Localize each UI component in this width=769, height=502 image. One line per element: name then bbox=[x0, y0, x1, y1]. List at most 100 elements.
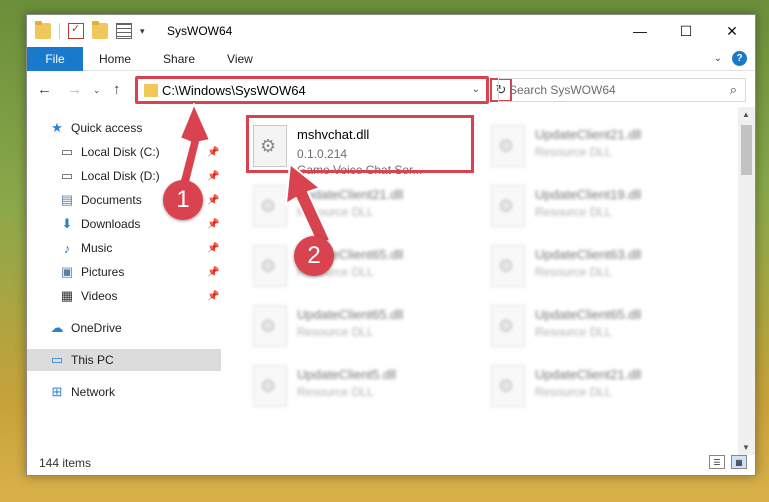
file-item[interactable]: UpdateClient65.dll Resource DLL bbox=[249, 299, 479, 357]
item-count: 144 items bbox=[39, 456, 92, 470]
star-icon: ★ bbox=[51, 120, 63, 135]
file-item[interactable]: UpdateClient21.dll Resource DLL bbox=[487, 119, 717, 177]
view-options-icon[interactable] bbox=[116, 23, 132, 39]
file-item[interactable]: UpdateClient19.dll Resource DLL bbox=[487, 179, 717, 237]
sidebar-item-videos[interactable]: ▦ Videos bbox=[59, 285, 118, 307]
music-icon: ♪ bbox=[63, 240, 71, 256]
folder-icon bbox=[35, 21, 51, 39]
sidebar-item-quick-access[interactable]: ★ Quick access bbox=[49, 117, 142, 139]
quick-access-toolbar: ▾ bbox=[35, 21, 145, 39]
file-type: Resource DLL bbox=[535, 385, 612, 399]
large-icons-view-icon[interactable]: ▦ bbox=[731, 455, 747, 469]
file-name: UpdateClient65.dll bbox=[535, 307, 642, 322]
navigation-bar: ← → ⌄ ↑ C:\Windows\SysWOW64 ⌄ ↻ Search S… bbox=[27, 73, 755, 107]
file-name: UpdateClient65.dll bbox=[297, 307, 404, 322]
sidebar-item-downloads[interactable]: ⬇ Downloads bbox=[59, 213, 141, 235]
up-arrow-icon[interactable]: ↑ bbox=[113, 81, 121, 98]
scroll-up-arrow-icon[interactable]: ▲ bbox=[742, 110, 750, 119]
view-toggle-buttons: ☰ ▦ bbox=[709, 455, 747, 469]
file-name: UpdateClient19.dll bbox=[535, 187, 642, 202]
file-type: Resource DLL bbox=[535, 265, 612, 279]
dll-file-icon bbox=[253, 245, 287, 287]
sidebar-item-label: Network bbox=[71, 385, 116, 399]
address-dropdown-chevron-icon[interactable]: ⌄ bbox=[472, 84, 480, 95]
sidebar-item-pictures[interactable]: ▣ Pictures bbox=[59, 261, 125, 283]
status-bar: 144 items ☰ ▦ bbox=[27, 451, 755, 475]
recent-locations-chevron-icon[interactable]: ⌄ bbox=[93, 85, 101, 96]
search-icon[interactable]: ⌕ bbox=[730, 82, 737, 98]
pin-icon: 📌 bbox=[207, 291, 220, 302]
window-title: SysWOW64 bbox=[167, 24, 233, 38]
ribbon-right-controls: ⌄ ? bbox=[714, 51, 747, 66]
help-icon[interactable]: ? bbox=[732, 51, 747, 66]
dll-file-icon bbox=[253, 305, 287, 347]
file-name: UpdateClient21.dll bbox=[535, 127, 642, 142]
sidebar-item-label: Local Disk (D:) bbox=[81, 169, 160, 183]
back-arrow-icon[interactable]: ← bbox=[37, 81, 52, 98]
highlighted-file-outline bbox=[246, 115, 474, 173]
file-item[interactable]: UpdateClient65.dll Resource DLL bbox=[487, 299, 717, 357]
callout-2: 2 bbox=[294, 236, 334, 276]
file-type: Resource DLL bbox=[535, 145, 612, 159]
sidebar-item-documents[interactable]: ▤ Documents bbox=[59, 189, 142, 211]
tab-file[interactable]: File bbox=[27, 46, 83, 71]
dll-file-icon bbox=[491, 245, 525, 287]
vertical-scrollbar[interactable]: ▲ ▼ bbox=[738, 107, 755, 455]
tab-share[interactable]: Share bbox=[147, 47, 211, 71]
dll-file-icon bbox=[491, 125, 525, 167]
file-item[interactable]: UpdateClient21.dll Resource DLL bbox=[249, 179, 479, 237]
folder-icon bbox=[144, 84, 158, 97]
dll-file-icon bbox=[491, 305, 525, 347]
sidebar-item-local-disk-d[interactable]: ▭ Local Disk (D:) bbox=[59, 165, 160, 187]
sidebar-item-label: Local Disk (C:) bbox=[81, 145, 160, 159]
file-name: UpdateClient21.dll bbox=[297, 187, 404, 202]
file-type: Resource DLL bbox=[297, 385, 374, 399]
scrollbar-thumb[interactable] bbox=[741, 125, 752, 175]
ribbon-tabs: File Home Share View ⌄ ? bbox=[27, 46, 755, 71]
properties-icon[interactable] bbox=[68, 22, 84, 39]
search-input[interactable]: Search SysWOW64 bbox=[509, 83, 616, 97]
sidebar-item-music[interactable]: ♪ Music bbox=[59, 237, 113, 259]
details-view-icon[interactable]: ☰ bbox=[709, 455, 725, 469]
sidebar-item-this-pc[interactable]: ▭ This PC bbox=[27, 349, 221, 371]
maximize-button[interactable]: ☐ bbox=[663, 15, 709, 47]
pin-icon: 📌 bbox=[207, 267, 220, 278]
file-type: Resource DLL bbox=[535, 205, 612, 219]
address-bar[interactable]: C:\Windows\SysWOW64 ⌄ bbox=[135, 76, 489, 104]
window-controls: — ☐ ✕ bbox=[617, 15, 755, 47]
sidebar-item-label: Pictures bbox=[81, 265, 125, 279]
dll-file-icon bbox=[253, 365, 287, 407]
sidebar-item-label: OneDrive bbox=[71, 321, 122, 335]
expand-ribbon-chevron-icon[interactable]: ⌄ bbox=[714, 53, 722, 64]
file-name: UpdateClient21.dll bbox=[535, 367, 642, 382]
pin-icon: 📌 bbox=[207, 195, 220, 206]
file-type: Resource DLL bbox=[297, 205, 374, 219]
address-path[interactable]: C:\Windows\SysWOW64 bbox=[162, 83, 306, 98]
sidebar-item-label: Music bbox=[81, 241, 113, 255]
minimize-button[interactable]: — bbox=[617, 15, 663, 47]
new-folder-icon[interactable] bbox=[92, 21, 108, 39]
sidebar-item-label: Videos bbox=[81, 289, 118, 303]
tab-home[interactable]: Home bbox=[83, 47, 147, 71]
sidebar-item-local-disk-c[interactable]: ▭ Local Disk (C:) bbox=[59, 141, 160, 163]
pin-icon: 📌 bbox=[207, 219, 220, 230]
file-item[interactable]: UpdateClient65.dll Resource DLL bbox=[249, 239, 479, 297]
file-item[interactable]: UpdateClient21.dll Resource DLL bbox=[487, 359, 717, 417]
sidebar-item-label: This PC bbox=[71, 353, 114, 367]
file-type: Resource DLL bbox=[535, 325, 612, 339]
customize-toolbar-chevron-icon[interactable]: ▾ bbox=[140, 26, 145, 37]
file-type: Resource DLL bbox=[297, 325, 374, 339]
file-item[interactable]: UpdateClient63.dll Resource DLL bbox=[487, 239, 717, 297]
close-button[interactable]: ✕ bbox=[709, 15, 755, 47]
search-box[interactable]: Search SysWOW64 ⌕ bbox=[498, 78, 746, 102]
title-bar: ▾ SysWOW64 — ☐ ✕ bbox=[27, 15, 755, 47]
tab-view[interactable]: View bbox=[211, 47, 269, 71]
sidebar-item-onedrive[interactable]: ☁ OneDrive bbox=[49, 317, 122, 339]
file-item[interactable]: UpdateClient5.dll Resource DLL bbox=[249, 359, 479, 417]
sidebar-item-network[interactable]: ⊞ Network bbox=[49, 381, 115, 403]
file-explorer-window: ▾ SysWOW64 — ☐ ✕ File Home Share View ⌄ … bbox=[26, 14, 756, 476]
sidebar-item-label: Quick access bbox=[71, 121, 143, 135]
file-name: UpdateClient5.dll bbox=[297, 367, 397, 382]
forward-arrow-icon[interactable]: → bbox=[67, 81, 82, 98]
navigation-pane: ★ Quick access ▭ Local Disk (C:) 📌 ▭ Loc… bbox=[27, 115, 221, 455]
